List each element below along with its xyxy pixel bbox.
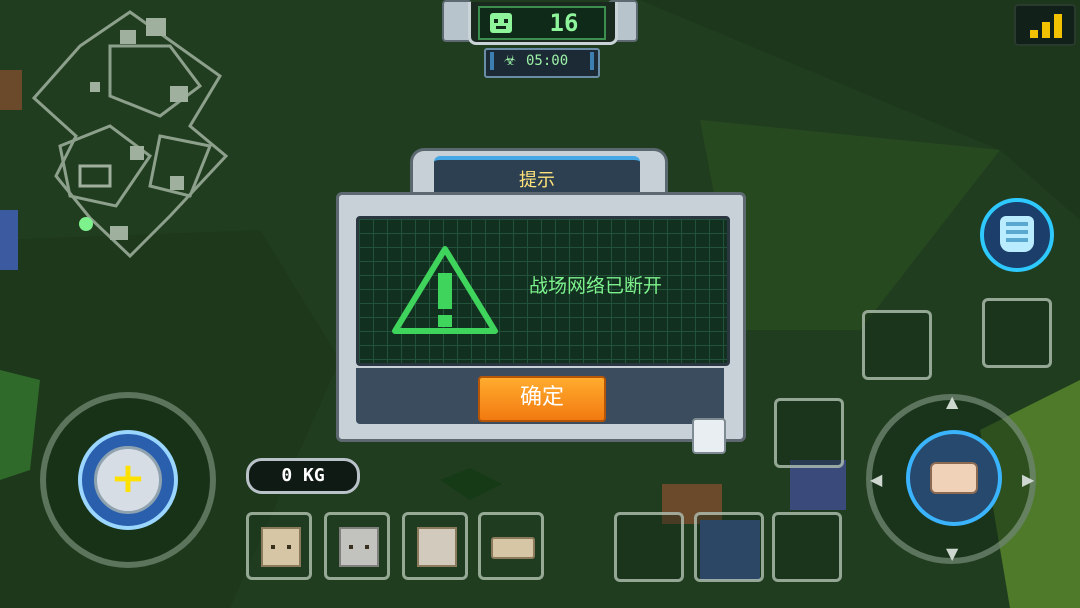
plus-icon: + xyxy=(110,453,146,502)
minimap[interactable] xyxy=(20,6,240,262)
armor-button[interactable] xyxy=(980,198,1054,272)
player-count: 16 xyxy=(549,9,579,37)
skill-slot-3[interactable] xyxy=(772,512,842,582)
player-count-panel: 16 xyxy=(442,0,638,46)
weight-indicator: 0 KG xyxy=(246,458,360,494)
dialog-screen: 战场网络已断开 xyxy=(356,216,730,366)
stone-block-icon xyxy=(339,527,379,567)
hand-icon xyxy=(930,462,978,494)
network-disconnected-dialog: 战场网络已断开 确定 xyxy=(336,192,746,442)
inventory-slot-2[interactable] xyxy=(324,512,390,580)
arrow-right-icon: ▶ xyxy=(1022,470,1035,489)
dialog-title-tab: 提示 xyxy=(410,148,668,197)
dialog-title: 提示 xyxy=(519,170,555,191)
skill-slot-2[interactable] xyxy=(694,512,764,582)
skill-slot-6[interactable] xyxy=(982,298,1052,368)
skill-slot-5[interactable] xyxy=(862,310,932,380)
player-marker-icon xyxy=(79,217,93,231)
character-sprite xyxy=(692,418,726,454)
inventory-slot-4[interactable] xyxy=(478,512,544,580)
armor-icon xyxy=(1000,216,1034,252)
skill-slot-1[interactable] xyxy=(614,512,684,582)
match-timer: ☣ 05:00 xyxy=(484,48,600,78)
inventory-slot-1[interactable] xyxy=(246,512,312,580)
confirm-button[interactable]: 确定 xyxy=(478,376,606,422)
arrow-left-icon: ◀ xyxy=(870,470,883,489)
arrow-up-icon: ▲ xyxy=(946,392,959,411)
inventory-slot-3[interactable] xyxy=(402,512,468,580)
dialog-message: 战场网络已断开 xyxy=(529,275,663,297)
arrow-down-icon: ▼ xyxy=(946,544,959,563)
armor-block-icon xyxy=(417,527,457,567)
biohazard-icon: ☣ xyxy=(503,53,517,69)
box-face-block-icon xyxy=(261,527,301,567)
hand-block-icon xyxy=(491,537,535,559)
skill-slot-4[interactable] xyxy=(774,398,844,468)
signal-bars-icon xyxy=(1014,4,1076,46)
player-face-icon xyxy=(490,13,512,33)
game-scene: 16 ☣ 05:00 提示 战场网络已断开 确定 + 0 KG ▲ ▼ ◀ ▶ xyxy=(0,0,1080,608)
warning-triangle-icon xyxy=(392,246,498,334)
timer-value: 05:00 xyxy=(526,53,569,69)
